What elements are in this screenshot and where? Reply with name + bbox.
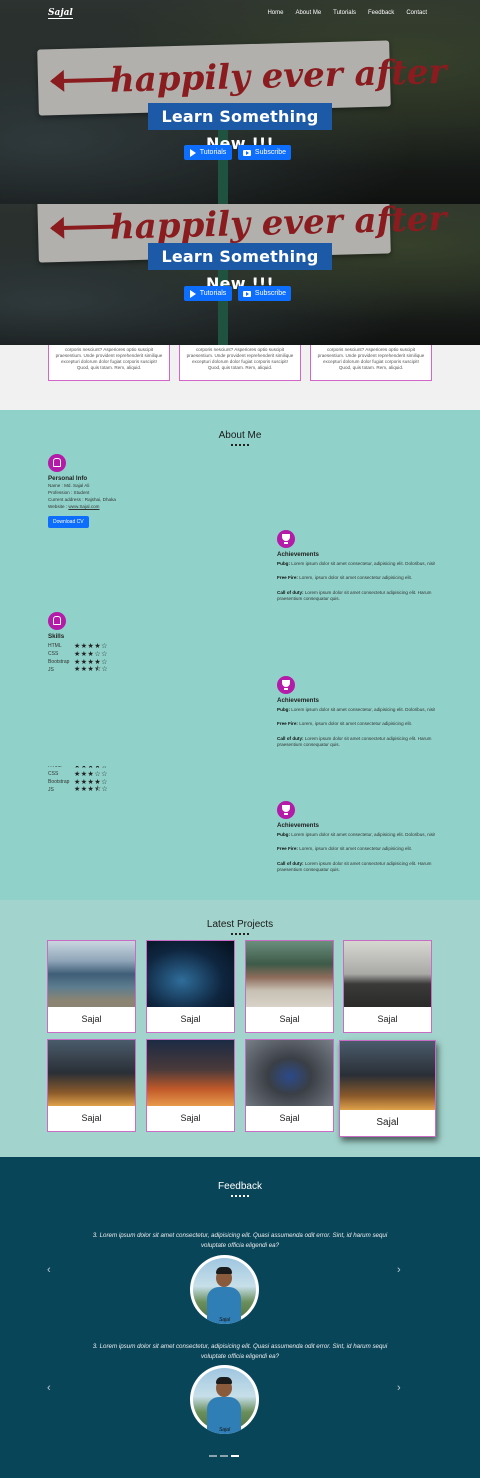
project-card[interactable]: Sajal — [47, 1039, 136, 1132]
project-image — [246, 1040, 333, 1106]
achievements: Achievements Pubg: Lorem ipsum dolor sit… — [277, 801, 437, 881]
download-cv-button[interactable]: Download CV — [48, 516, 89, 528]
subscribe-button[interactable]: Subscribe — [238, 286, 291, 301]
nav-about[interactable]: About Me — [295, 10, 321, 16]
avatar — [190, 1255, 259, 1324]
skills-icon — [48, 612, 66, 630]
testimonial-text: 3. Lorem ipsum dolor sit amet consectetu… — [92, 1343, 388, 1360]
user-icon — [48, 454, 66, 472]
trophy-icon — [277, 530, 295, 548]
project-image — [147, 1040, 234, 1106]
avatar — [190, 1365, 259, 1434]
project-card[interactable]: Sajal — [245, 1039, 334, 1132]
skill-row: JS ★★★⯪☆ — [48, 666, 148, 674]
tutorials-button[interactable]: Tutorials — [184, 286, 232, 301]
nav-home[interactable]: Home — [267, 10, 283, 16]
project-image — [344, 941, 431, 1007]
skill-row: CSS ★★★☆☆ — [48, 651, 108, 658]
tutorial-card[interactable]: corporis nesciunt? Asperiores optio susc… — [310, 345, 432, 381]
play-icon — [189, 289, 196, 298]
skills: Skills HTML ★★★★☆ CSS ★★★☆☆ Bootstrap ★★★★☆… — [48, 612, 148, 674]
tutorial-card[interactable]: corporis nesciunt? Asperiores optio susc… — [48, 345, 170, 381]
personal-info-title: Personal Info — [48, 475, 88, 482]
website-link[interactable]: www.Sajal.com — [68, 504, 99, 509]
chevron-right-icon[interactable]: › — [397, 1264, 401, 1276]
skills: HTML ★★★★☆ CSS ★★★☆☆ Bootstrap ★★★★☆ JS ★★★⯪… — [48, 766, 109, 793]
achievements: Achievements Pubg: Lorem ipsum dolor sit… — [277, 676, 437, 756]
carousel-indicator[interactable] — [231, 1455, 239, 1457]
nav-tutorials[interactable]: Tutorials — [333, 10, 356, 16]
carousel-indicators — [209, 1455, 239, 1457]
testimonial-name: Sajal — [218, 1317, 231, 1323]
youtube-icon — [242, 149, 251, 156]
hero-title: Learn Something New !!! — [148, 243, 332, 293]
achievements: Achievements Pubg: Lorem ipsum dolor sit… — [277, 530, 437, 610]
project-card[interactable]: Sajal — [146, 1039, 235, 1132]
title-underline — [231, 933, 249, 935]
subscribe-button[interactable]: Subscribe — [238, 145, 291, 160]
nav-links: Home About Me Tutorials Feedback Contact — [267, 10, 427, 16]
carousel-indicator[interactable] — [220, 1455, 228, 1457]
section-title: About Me — [218, 430, 262, 441]
skill-row: HTML ★★★★☆ — [48, 643, 108, 650]
tutorial-cards: corporis nesciunt? Asperiores optio susc… — [0, 345, 480, 410]
hero-title: Learn Something New !!! — [148, 103, 332, 153]
play-icon — [189, 148, 196, 157]
logo[interactable]: Sajal — [48, 8, 73, 19]
project-image — [48, 1040, 135, 1106]
project-card[interactable]: Sajal — [47, 940, 136, 1033]
project-card[interactable]: Sajal — [343, 940, 432, 1033]
nav-feedback[interactable]: Feedback — [368, 10, 394, 16]
chevron-right-icon[interactable]: › — [397, 1382, 401, 1394]
star-rating: ★★★☆☆ — [74, 651, 108, 658]
projects-section: Latest Projects Sajal Sajal Sajal Sajal … — [0, 900, 480, 1157]
section-title: Feedback — [218, 1181, 262, 1192]
project-image — [48, 941, 135, 1007]
chevron-left-icon[interactable]: ‹ — [47, 1382, 51, 1394]
testimonial-name: Sajal — [218, 1427, 231, 1433]
trophy-icon — [277, 676, 295, 694]
section-title: Latest Projects — [206, 919, 274, 930]
youtube-icon — [242, 290, 251, 297]
personal-info: Personal Info Name : Md. Sajal Ali Profe… — [48, 454, 198, 528]
star-rating: ★★★⯪☆ — [74, 665, 109, 673]
trophy-icon — [277, 801, 295, 819]
title-underline — [231, 1195, 249, 1197]
hero-slide-1: happily ever after Learn Something New !… — [0, 0, 480, 204]
star-rating: ★★★★☆ — [74, 643, 108, 650]
chevron-left-icon[interactable]: ‹ — [47, 1264, 51, 1276]
project-card[interactable]: Sajal — [339, 1040, 436, 1137]
project-card[interactable]: Sajal — [245, 940, 334, 1033]
project-image — [340, 1041, 435, 1110]
project-image — [246, 941, 333, 1007]
carousel-indicator[interactable] — [209, 1455, 217, 1457]
project-image — [147, 941, 234, 1007]
about-section: About Me Personal Info Name : Md. Sajal … — [0, 410, 480, 900]
project-card[interactable]: Sajal — [146, 940, 235, 1033]
feedback-section: Feedback 3. Lorem ipsum dolor sit amet c… — [0, 1157, 480, 1478]
navbar: Sajal Home About Me Tutorials Feedback C… — [0, 0, 480, 28]
nav-contact[interactable]: Contact — [406, 10, 427, 16]
tutorials-button[interactable]: Tutorials — [184, 145, 232, 160]
testimonial-text: 3. Lorem ipsum dolor sit amet consectetu… — [92, 1232, 388, 1249]
title-underline — [231, 444, 249, 446]
hero-slide-2: happily ever after Learn Something New !… — [0, 204, 480, 345]
tutorial-card[interactable]: corporis nesciunt? Asperiores optio susc… — [179, 345, 301, 381]
